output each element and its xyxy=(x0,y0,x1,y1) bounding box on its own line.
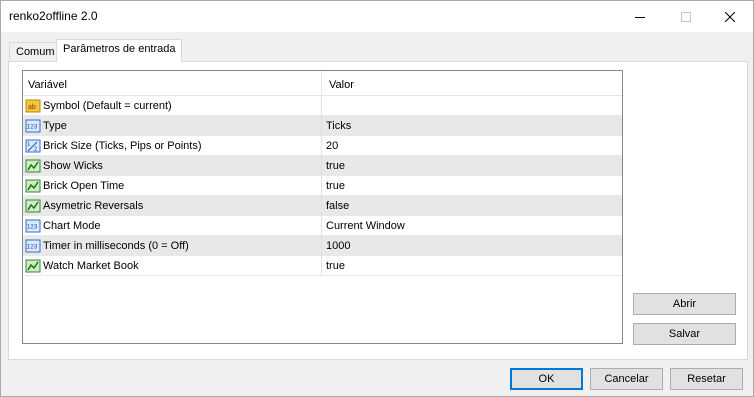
row-name: Brick Size (Ticks, Pips or Points) xyxy=(43,140,202,152)
row-name-cell: 123 Timer in milliseconds (0 = Off) xyxy=(23,236,322,256)
table-row[interactable]: 123 Type Ticks xyxy=(23,116,622,136)
minimize-icon xyxy=(635,16,645,18)
save-button-label: Salvar xyxy=(668,328,701,340)
dialog-window: renko2offline 2.0 Comum Parâmetros de en… xyxy=(0,0,754,397)
integer-icon: 123 xyxy=(25,118,41,134)
integer-icon: 123 xyxy=(25,218,41,234)
row-value-cell[interactable]: Ticks xyxy=(322,116,622,136)
table-row[interactable]: Brick Open Time true xyxy=(23,176,622,196)
row-name-cell: Asymetric Reversals xyxy=(23,196,322,216)
bool-icon xyxy=(25,158,41,174)
ok-button[interactable]: OK xyxy=(510,368,583,390)
double-icon: 12 xyxy=(25,138,41,154)
row-value-cell[interactable]: Current Window xyxy=(322,216,622,236)
table-row[interactable]: 123 Timer in milliseconds (0 = Off) 1000 xyxy=(23,236,622,256)
maximize-icon xyxy=(681,11,691,22)
row-name-cell: 123 Type xyxy=(23,116,322,136)
row-name-cell: 1 2 Brick Size (Ticks, Pips or Points) xyxy=(23,136,322,156)
row-name-cell: Brick Open Time xyxy=(23,176,322,196)
column-header-variable[interactable]: Variável xyxy=(28,79,67,91)
table-row[interactable]: ab Symbol (Default = current) xyxy=(23,96,622,116)
column-divider[interactable] xyxy=(321,71,322,96)
svg-text:123: 123 xyxy=(27,224,38,231)
reset-button-label: Resetar xyxy=(687,373,726,385)
row-name: Type xyxy=(43,120,67,132)
table-header: Variável Valor xyxy=(23,71,622,96)
window-title: renko2offline 2.0 xyxy=(9,9,98,23)
row-name: Symbol (Default = current) xyxy=(43,100,172,112)
svg-text:123: 123 xyxy=(27,244,38,251)
column-header-value[interactable]: Valor xyxy=(329,79,354,91)
reset-button[interactable]: Resetar xyxy=(670,368,743,390)
close-button[interactable] xyxy=(707,1,753,32)
bool-icon xyxy=(25,198,41,214)
cancel-button[interactable]: Cancelar xyxy=(590,368,663,390)
minimize-button[interactable] xyxy=(617,1,663,32)
tab-input-parameters[interactable]: Parâmetros de entrada xyxy=(56,39,182,62)
row-value[interactable]: true xyxy=(326,160,345,172)
tab-panel: Variável Valor ab Symbol (Default = curre… xyxy=(8,61,748,360)
parameters-table: Variável Valor ab Symbol (Default = curre… xyxy=(22,70,623,344)
string-icon: ab xyxy=(25,98,41,114)
svg-text:ab: ab xyxy=(28,104,36,111)
row-value-cell[interactable]: true xyxy=(322,176,622,196)
row-value[interactable]: true xyxy=(326,180,345,192)
maximize-button xyxy=(663,1,709,32)
row-value-cell[interactable]: true xyxy=(322,156,622,176)
open-button-label: Abrir xyxy=(672,298,697,310)
tab-label: Parâmetros de entrada xyxy=(63,43,176,55)
row-name-cell: 123 Chart Mode xyxy=(23,216,322,236)
row-value[interactable]: 1000 xyxy=(326,240,350,252)
row-name-cell: Show Wicks xyxy=(23,156,322,176)
bool-icon xyxy=(25,178,41,194)
ok-button-label: OK xyxy=(538,373,555,385)
row-name-cell: Watch Market Book xyxy=(23,256,322,276)
tab-label: Comum xyxy=(16,46,55,58)
bool-icon xyxy=(25,258,41,274)
row-name: Show Wicks xyxy=(43,160,103,172)
row-value-cell[interactable]: true xyxy=(322,256,622,276)
table-row[interactable]: 123 Chart Mode Current Window xyxy=(23,216,622,236)
row-name: Chart Mode xyxy=(43,220,101,232)
save-button[interactable]: Salvar xyxy=(633,323,736,345)
open-button[interactable]: Abrir xyxy=(633,293,736,315)
row-name: Watch Market Book xyxy=(43,260,139,272)
row-value-cell[interactable]: false xyxy=(322,196,622,216)
row-value[interactable]: Ticks xyxy=(326,120,351,132)
row-value[interactable]: false xyxy=(326,200,349,212)
row-name: Brick Open Time xyxy=(43,180,125,192)
row-value-cell[interactable] xyxy=(322,96,622,116)
row-name-cell: ab Symbol (Default = current) xyxy=(23,96,322,116)
row-value-cell[interactable]: 20 xyxy=(322,136,622,156)
tab-comum[interactable]: Comum xyxy=(9,42,57,62)
row-value[interactable]: 20 xyxy=(326,140,338,152)
close-icon xyxy=(725,11,735,22)
integer-icon: 123 xyxy=(25,238,41,254)
cancel-button-label: Cancelar xyxy=(604,373,649,385)
row-value[interactable]: true xyxy=(326,260,345,272)
row-value[interactable]: Current Window xyxy=(326,220,405,232)
table-row[interactable]: 1 2 Brick Size (Ticks, Pips or Points) 20 xyxy=(23,136,622,156)
row-name: Timer in milliseconds (0 = Off) xyxy=(43,240,189,252)
row-value-cell[interactable]: 1000 xyxy=(322,236,622,256)
svg-text:123: 123 xyxy=(27,124,38,131)
title-bar[interactable]: renko2offline 2.0 xyxy=(1,1,753,32)
table-row[interactable]: Show Wicks true xyxy=(23,156,622,176)
table-row[interactable]: Watch Market Book true xyxy=(23,256,622,276)
table-row[interactable]: Asymetric Reversals false xyxy=(23,196,622,216)
row-name: Asymetric Reversals xyxy=(43,200,144,212)
